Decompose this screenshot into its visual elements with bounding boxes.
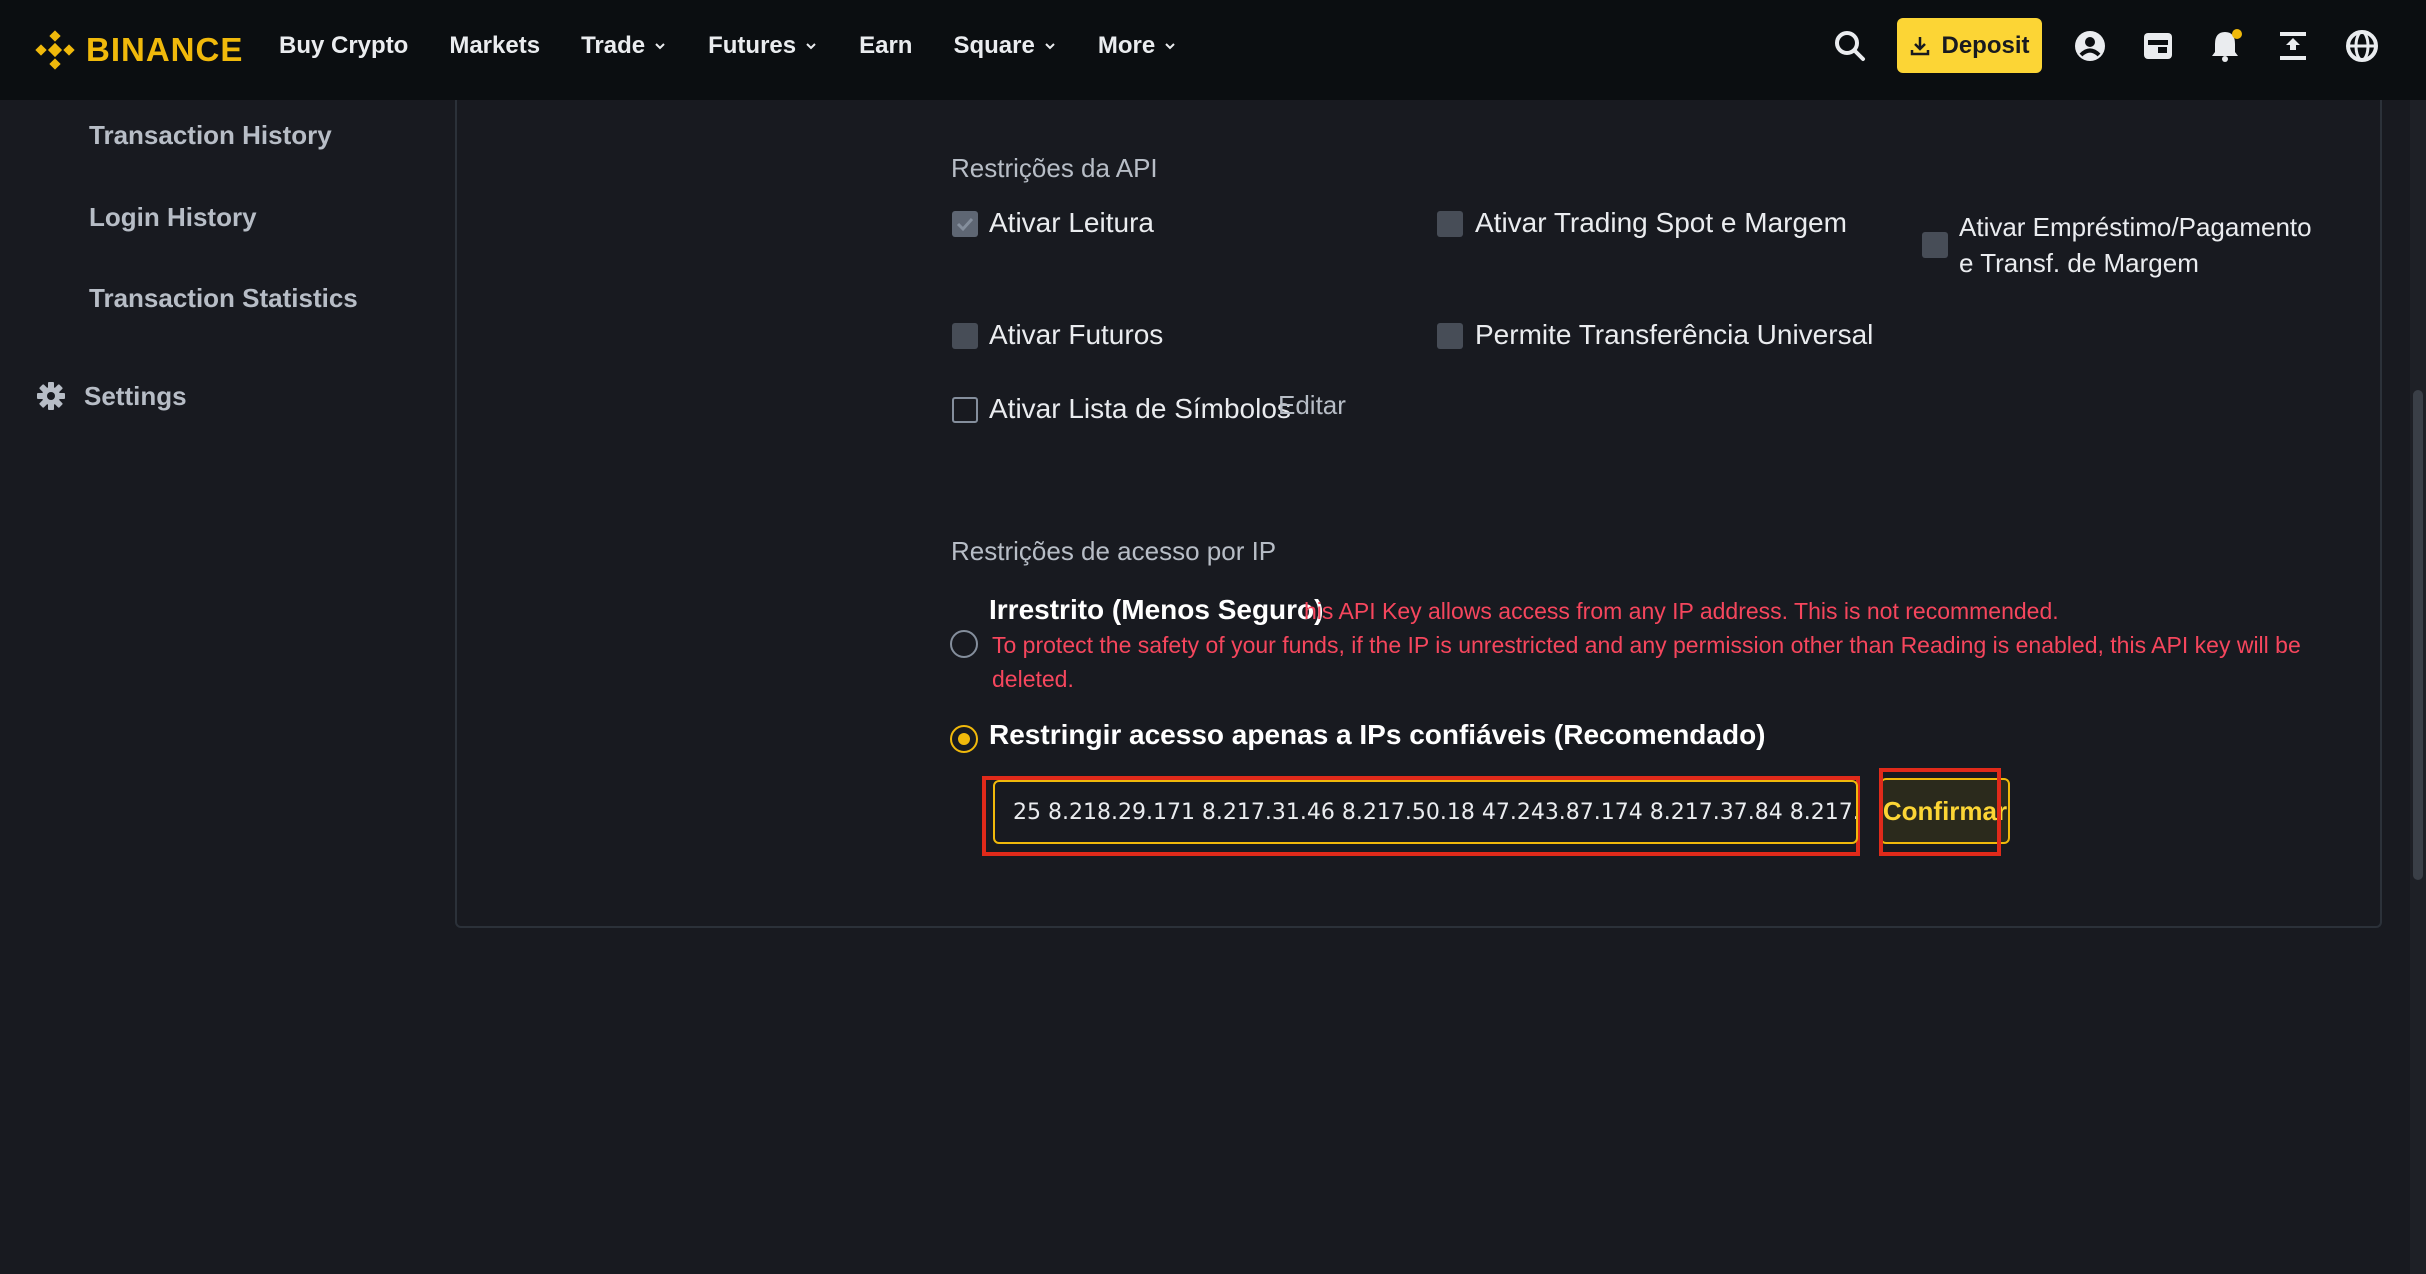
unrestricted-label: Irrestrito (Menos Seguro) xyxy=(989,594,1324,625)
enable-reading-checkbox[interactable] xyxy=(952,211,978,237)
nav-buy-crypto[interactable]: Buy Crypto xyxy=(279,32,408,60)
binance-logo[interactable]: BINANCE xyxy=(34,24,243,76)
nav-markets-label: Markets xyxy=(449,32,541,59)
sidebar-item-transaction-statistics[interactable]: Transaction Statistics xyxy=(89,283,358,314)
deposit-label: Deposit xyxy=(1941,31,2030,59)
api-restrictions-title: Restrições da API xyxy=(951,153,1158,183)
enable-margin-loan-label-line2: e Transf. de Margem xyxy=(1959,248,2199,278)
chevron-down-icon xyxy=(655,43,665,50)
universal-transfer-label: Permite Transferência Universal xyxy=(1475,319,1874,350)
symbol-whitelist-label: Ativar Lista de Símbolos xyxy=(989,393,1291,424)
restricted-trusted-ips-label: Restringir acesso apenas a IPs confiávei… xyxy=(989,719,1766,750)
enable-spot-margin-trading-checkbox[interactable] xyxy=(1437,211,1463,237)
nav-more[interactable]: More xyxy=(1098,32,1177,60)
settings-label: Settings xyxy=(84,380,187,411)
nav-square[interactable]: Square xyxy=(953,32,1056,60)
restricted-trusted-ips-radio[interactable] xyxy=(950,725,978,753)
globe-icon[interactable] xyxy=(2342,26,2382,66)
sidebar-item-settings[interactable]: Settings xyxy=(36,376,187,416)
nav-square-label: Square xyxy=(953,32,1035,59)
confirm-button-highlight xyxy=(1879,768,2001,856)
unrestricted-warning-line1: his API Key allows access from any IP ad… xyxy=(1304,598,2059,624)
nav-markets[interactable]: Markets xyxy=(449,32,540,60)
nav-earn-label: Earn xyxy=(859,32,913,59)
enable-futures-checkbox[interactable] xyxy=(952,323,978,349)
symbol-whitelist-checkbox[interactable] xyxy=(952,397,978,423)
checkmark-icon xyxy=(956,217,974,232)
gear-icon xyxy=(37,382,65,410)
wallet-icon[interactable] xyxy=(2138,26,2178,66)
sidebar-item-login-history[interactable]: Login History xyxy=(89,202,257,233)
top-navigation-bar: BINANCE Buy Crypto Markets Trade Futures… xyxy=(0,0,2426,100)
edit-symbol-whitelist-link[interactable]: Editar xyxy=(1278,390,1346,421)
nav-trade-label: Trade xyxy=(581,32,646,59)
trusted-ip-input[interactable]: 25 8.218.29.171 8.217.31.46 8.217.50.18 … xyxy=(993,780,1858,844)
binance-logo-icon xyxy=(35,30,75,70)
chevron-down-icon xyxy=(1045,43,1055,50)
nav-earn[interactable]: Earn xyxy=(859,32,912,60)
enable-margin-loan-label: Ativar Empréstimo/Pagamento xyxy=(1959,212,2312,242)
user-icon[interactable] xyxy=(2070,26,2110,66)
page-scrollbar-thumb[interactable] xyxy=(2413,390,2423,880)
main-nav: Buy Crypto Markets Trade Futures Earn Sq… xyxy=(279,0,1218,92)
enable-reading-label: Ativar Leitura xyxy=(989,207,1154,238)
nav-buy-crypto-label: Buy Crypto xyxy=(279,32,409,59)
enable-margin-loan-checkbox[interactable] xyxy=(1922,232,1948,258)
nav-more-label: More xyxy=(1097,32,1156,59)
nav-futures[interactable]: Futures xyxy=(708,32,818,60)
ip-restrictions-title: Restrições de acesso por IP xyxy=(951,536,1277,566)
bell-icon[interactable] xyxy=(2205,26,2245,66)
chevron-down-icon xyxy=(1165,43,1175,50)
search-icon[interactable] xyxy=(1830,26,1870,66)
enable-spot-margin-trading-label: Ativar Trading Spot e Margem xyxy=(1475,207,1847,238)
nav-futures-label: Futures xyxy=(708,32,797,59)
download-icon xyxy=(1911,36,1930,55)
universal-transfer-checkbox[interactable] xyxy=(1437,323,1463,349)
enable-futures-label: Ativar Futuros xyxy=(989,319,1164,350)
chevron-down-icon xyxy=(806,43,816,50)
unrestricted-radio[interactable] xyxy=(950,630,978,658)
brand-name: BINANCE xyxy=(86,31,244,68)
sidebar-item-transaction-history[interactable]: Transaction History xyxy=(89,120,332,151)
unrestricted-warning-line2: To protect the safety of your funds, if … xyxy=(992,632,2301,692)
transfer-icon[interactable] xyxy=(2273,26,2313,66)
deposit-button[interactable]: Deposit xyxy=(1897,18,2042,73)
nav-trade[interactable]: Trade xyxy=(581,32,667,60)
